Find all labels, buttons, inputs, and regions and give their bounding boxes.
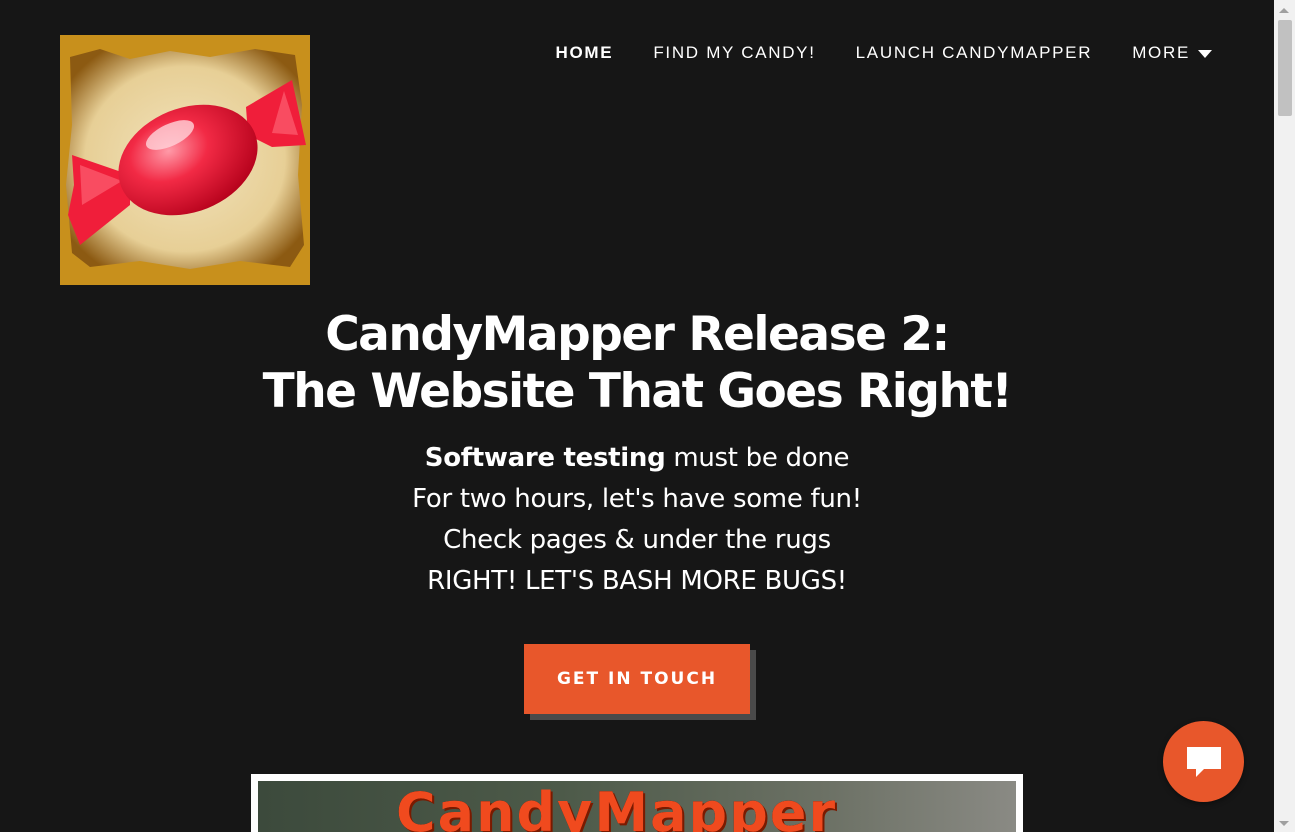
tagline-line-3: Check pages & under the rugs xyxy=(443,525,831,555)
nav-find-my-candy[interactable]: FIND MY CANDY! xyxy=(653,43,815,63)
site-logo[interactable] xyxy=(60,35,310,285)
hero-title-line2: The Website That Goes Right! xyxy=(262,364,1013,419)
hero-title: CandyMapper Release 2: The Website That … xyxy=(0,306,1274,420)
hero-title-line1: CandyMapper Release 2: xyxy=(325,307,950,362)
scroll-up-arrow-icon[interactable] xyxy=(1279,8,1289,13)
banner-image: CandyMapper xyxy=(251,774,1023,832)
scroll-thumb[interactable] xyxy=(1278,20,1292,116)
nav-more-label: MORE xyxy=(1132,43,1190,62)
get-in-touch-button[interactable]: GET IN TOUCH xyxy=(524,644,750,714)
tagline-line-4: RIGHT! LET'S BASH MORE BUGS! xyxy=(427,566,847,596)
page: HOME FIND MY CANDY! LAUNCH CANDYMAPPER M… xyxy=(0,0,1274,832)
chat-button[interactable] xyxy=(1163,721,1244,802)
nav-home[interactable]: HOME xyxy=(556,43,614,63)
nav-launch-candymapper[interactable]: LAUNCH CANDYMAPPER xyxy=(856,43,1093,63)
tagline-line-1: Software testing must be done xyxy=(0,438,1274,479)
banner-photo: CandyMapper xyxy=(258,781,1016,832)
tagline-line-1-rest: must be done xyxy=(665,443,850,473)
scroll-down-arrow-icon[interactable] xyxy=(1279,821,1289,826)
nav-more-dropdown[interactable]: MORE xyxy=(1132,43,1212,63)
hero-tagline: Software testing must be done For two ho… xyxy=(0,438,1274,602)
candy-logo-icon xyxy=(60,35,310,285)
cta-container: GET IN TOUCH xyxy=(524,644,756,720)
vertical-scrollbar[interactable] xyxy=(1274,0,1295,832)
main-nav: HOME FIND MY CANDY! LAUNCH CANDYMAPPER M… xyxy=(516,43,1212,63)
hero-section: CandyMapper Release 2: The Website That … xyxy=(0,306,1274,602)
banner-title: CandyMapper xyxy=(396,781,838,832)
tagline-bold: Software testing xyxy=(424,443,666,473)
caret-down-icon xyxy=(1198,50,1212,58)
tagline-line-2: For two hours, let's have some fun! xyxy=(412,484,862,514)
chat-bubble-icon xyxy=(1186,746,1221,777)
